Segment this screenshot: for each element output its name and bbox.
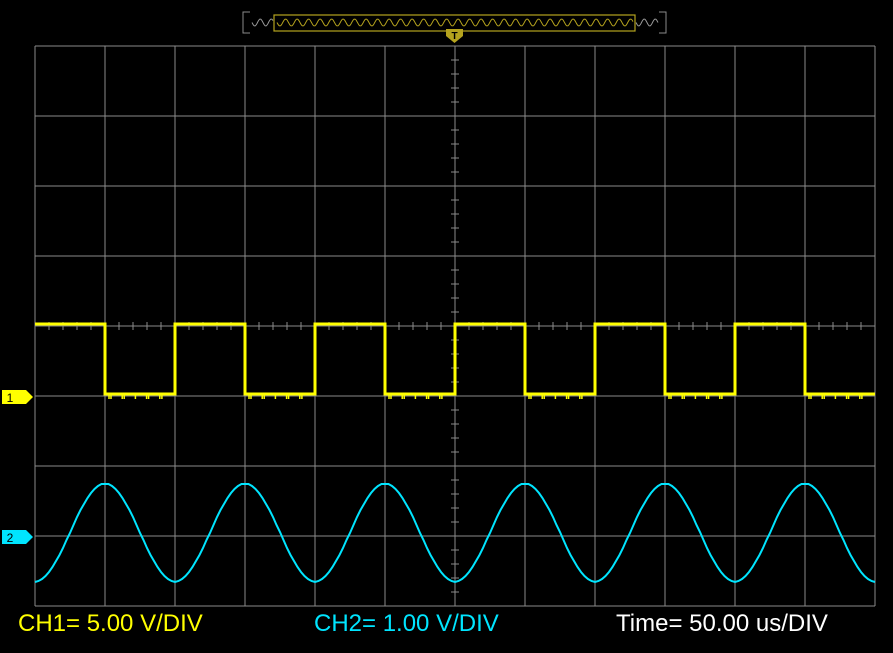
ch2-marker-label: 2 <box>7 531 14 545</box>
ch1-marker-label: 1 <box>7 391 14 405</box>
trigger-marker-label: T <box>451 31 457 42</box>
oscilloscope-display: T 1 2 <box>0 0 893 653</box>
ch2-scale-readout: CH2= 1.00 V/DIV <box>314 610 499 637</box>
ch1-scale-readout: CH1= 5.00 V/DIV <box>18 610 203 637</box>
timebase-readout: Time= 50.00 us/DIV <box>616 610 828 637</box>
